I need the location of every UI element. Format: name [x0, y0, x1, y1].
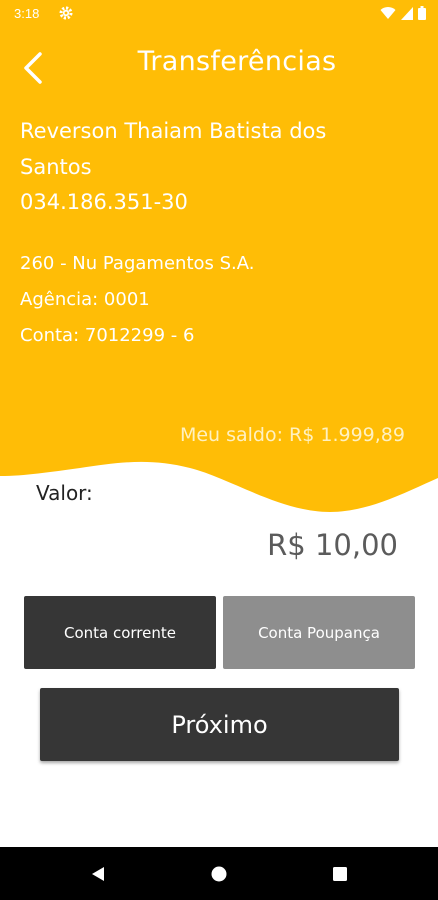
recipient-name: Reverson Thaiam Batista dos Santos [20, 119, 327, 179]
nav-back-button[interactable] [68, 847, 128, 900]
value-label: Valor: [36, 481, 93, 505]
square-recents-icon [333, 866, 347, 881]
navigation-bar [0, 847, 438, 900]
value-input[interactable]: R$ 10,00 [267, 528, 398, 562]
savings-account-label: Conta Poupança [258, 623, 380, 642]
settings-gear-icon [59, 6, 73, 20]
next-button-label: Próximo [171, 710, 268, 739]
triangle-back-icon [92, 866, 104, 881]
recipient-account: Conta: 7012299 - 6 [20, 325, 195, 346]
status-time: 3:18 [14, 6, 40, 21]
recipient-bank: 260 - Nu Pagamentos S.A. [20, 253, 255, 274]
balance-text: Meu saldo: R$ 1.999,89 [179, 424, 405, 446]
nav-home-button[interactable] [189, 847, 249, 900]
checking-account-label: Conta corrente [63, 623, 176, 642]
wifi-icon [380, 7, 396, 20]
signal-icon [401, 6, 413, 20]
next-button[interactable]: Próximo [40, 688, 399, 761]
status-icons [380, 6, 426, 20]
savings-account-button[interactable]: Conta Poupança [223, 596, 415, 669]
status-bar: 3:18 [0, 0, 438, 30]
recipient-cpf: 034.186.351-30 [20, 190, 188, 214]
page-title-container: Transferências [0, 46, 438, 77]
battery-icon [418, 6, 426, 20]
page-title: Transferências [137, 46, 337, 77]
recipient-agency: Agência: 0001 [20, 289, 150, 310]
circle-home-icon [211, 866, 227, 881]
nav-recents-button[interactable] [310, 847, 370, 900]
checking-account-button[interactable]: Conta corrente [24, 596, 216, 669]
